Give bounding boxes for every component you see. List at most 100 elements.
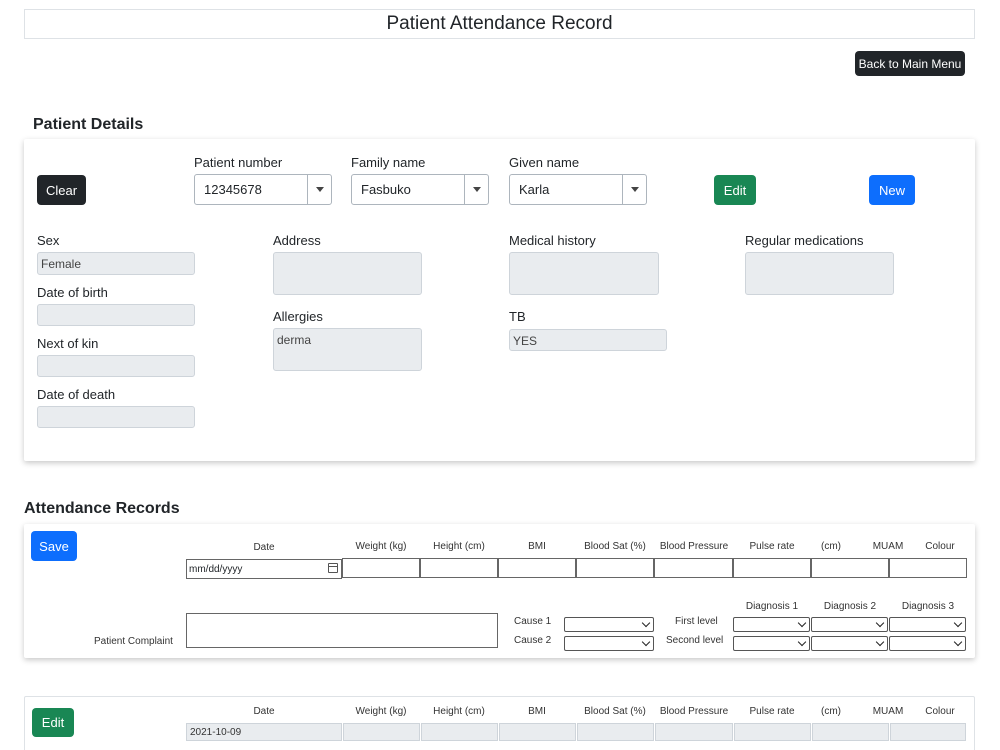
date-of-death-field <box>37 406 195 428</box>
chevron-down-icon <box>953 618 963 628</box>
family-name-value: Fasbuko <box>361 182 411 197</box>
col-header-bmi: BMI <box>528 541 546 552</box>
medical-history-label: Medical history <box>509 233 596 248</box>
col-header-blood-sat: Blood Sat (%) <box>584 541 646 552</box>
col-header-height: Height (cm) <box>433 541 485 552</box>
record-col-header-cm: (cm) <box>821 706 841 717</box>
chevron-down-icon <box>953 637 963 647</box>
family-name-label: Family name <box>351 155 426 170</box>
record-height-field <box>421 723 498 741</box>
col-header-weight: Weight (kg) <box>355 541 407 552</box>
patient-number-combo[interactable]: 12345678 <box>194 174 332 205</box>
bmi-input[interactable] <box>498 558 576 578</box>
medical-history-field <box>509 252 659 295</box>
col-header-cm: (cm) <box>821 541 841 552</box>
record-col-header-colour: Colour <box>925 706 955 717</box>
page-title: Patient Attendance Record <box>24 9 975 39</box>
allergies-field: derma <box>273 328 422 371</box>
diagnosis3-header: Diagnosis 3 <box>901 601 955 612</box>
date-placeholder: mm/dd/yyyy <box>189 564 243 575</box>
record-col-header-muam: MUAM <box>872 706 904 717</box>
cause2-label: Cause 2 <box>514 635 552 646</box>
date-of-death-label: Date of death <box>37 387 116 402</box>
record-col-header-bmi: BMI <box>528 706 546 717</box>
patient-details-heading: Patient Details <box>33 116 144 133</box>
diagnosis2-header: Diagnosis 2 <box>823 601 877 612</box>
diagnosis2-second-level-select[interactable] <box>811 636 888 651</box>
chevron-down-icon[interactable] <box>622 175 646 204</box>
chevron-down-icon[interactable] <box>307 175 331 204</box>
record-date-field: 2021-10-09 <box>186 723 342 741</box>
cm-input[interactable] <box>811 558 889 578</box>
record-colour-field <box>890 723 966 741</box>
patient-number-label: Patient number <box>194 155 283 170</box>
chevron-down-icon <box>641 618 651 628</box>
regular-medications-field <box>745 252 894 295</box>
patient-number-value: 12345678 <box>204 182 262 197</box>
col-header-pulse-rate: Pulse rate <box>749 541 795 552</box>
blood-pressure-input[interactable] <box>654 558 733 578</box>
calendar-icon[interactable] <box>328 563 338 573</box>
chevron-down-icon <box>797 618 807 628</box>
dob-field <box>37 304 195 326</box>
patient-complaint-label: Patient Complaint <box>94 636 173 647</box>
clear-button[interactable]: Clear <box>37 175 86 205</box>
cause2-select[interactable] <box>564 636 654 651</box>
regular-medications-label: Regular medications <box>745 233 864 248</box>
col-header-muam: MUAM <box>872 541 904 552</box>
first-level-label: First level <box>675 616 718 627</box>
blood-sat-input[interactable] <box>576 558 654 578</box>
record-pulse-rate-field <box>734 723 811 741</box>
chevron-down-icon <box>875 637 885 647</box>
record-col-header-height: Height (cm) <box>433 706 485 717</box>
chevron-down-icon <box>641 637 651 647</box>
pulse-rate-input[interactable] <box>733 558 811 578</box>
family-name-combo[interactable]: Fasbuko <box>351 174 489 205</box>
new-patient-button[interactable]: New <box>869 175 915 205</box>
save-attendance-button[interactable]: Save <box>31 531 77 561</box>
record-blood-sat-field <box>577 723 654 741</box>
sex-label: Sex <box>37 233 60 248</box>
address-field <box>273 252 422 295</box>
record-weight-field <box>343 723 420 741</box>
colour-input[interactable] <box>889 558 967 578</box>
attendance-records-heading: Attendance Records <box>24 500 180 517</box>
weight-input[interactable] <box>342 558 420 578</box>
height-input[interactable] <box>420 558 498 578</box>
attendance-date-input[interactable]: mm/dd/yyyy <box>186 559 342 579</box>
col-header-colour: Colour <box>925 541 955 552</box>
record-cm-field <box>812 723 889 741</box>
record-bmi-field <box>499 723 576 741</box>
diagnosis3-second-level-select[interactable] <box>889 636 966 651</box>
chevron-down-icon <box>875 618 885 628</box>
record-blood-pressure-field <box>655 723 733 741</box>
second-level-label: Second level <box>666 635 724 646</box>
dob-label: Date of birth <box>37 285 108 300</box>
tb-label: TB <box>509 309 526 324</box>
edit-record-button[interactable]: Edit <box>32 708 74 737</box>
record-col-header-blood-pressure: Blood Pressure <box>659 706 729 717</box>
given-name-value: Karla <box>519 182 550 197</box>
next-of-kin-field <box>37 355 195 377</box>
cause1-label: Cause 1 <box>514 616 552 627</box>
sex-field: Female <box>37 252 195 275</box>
allergies-label: Allergies <box>273 309 323 324</box>
chevron-down-icon <box>797 637 807 647</box>
edit-patient-button[interactable]: Edit <box>714 175 756 205</box>
record-col-header-pulse-rate: Pulse rate <box>749 706 795 717</box>
record-col-header-blood-sat: Blood Sat (%) <box>584 706 646 717</box>
chevron-down-icon[interactable] <box>464 175 488 204</box>
diagnosis3-first-level-select[interactable] <box>889 617 966 632</box>
cause1-select[interactable] <box>564 617 654 632</box>
record-col-header-date: Date <box>253 706 275 717</box>
back-to-main-menu-button[interactable]: Back to Main Menu <box>855 51 965 76</box>
diagnosis1-second-level-select[interactable] <box>733 636 810 651</box>
given-name-combo[interactable]: Karla <box>509 174 647 205</box>
tb-field: YES <box>509 329 667 351</box>
next-of-kin-label: Next of kin <box>37 336 99 351</box>
diagnosis1-header: Diagnosis 1 <box>745 601 799 612</box>
diagnosis2-first-level-select[interactable] <box>811 617 888 632</box>
address-label: Address <box>273 233 321 248</box>
diagnosis1-first-level-select[interactable] <box>733 617 810 632</box>
patient-complaint-input[interactable] <box>186 613 498 648</box>
